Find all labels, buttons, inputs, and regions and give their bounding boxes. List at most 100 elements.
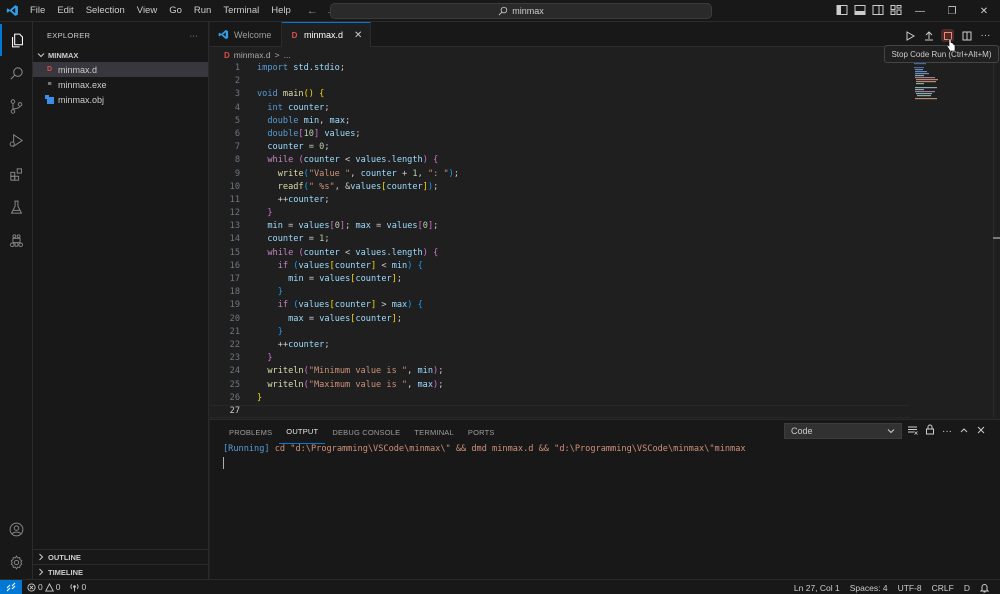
ports-indicator[interactable]: 0 bbox=[65, 582, 91, 592]
code-line[interactable]: 2 bbox=[210, 75, 910, 88]
code-line[interactable]: 22 ++counter; bbox=[210, 339, 910, 352]
breadcrumb-symbols[interactable]: ... bbox=[284, 50, 291, 60]
code-line[interactable]: 20 max = values[counter]; bbox=[210, 313, 910, 326]
activity-dlang[interactable] bbox=[0, 224, 33, 256]
file-minmax-d[interactable]: D minmax.d bbox=[33, 62, 208, 77]
command-center-search[interactable]: minmax bbox=[330, 3, 712, 19]
timeline-section[interactable]: TIMELINE bbox=[33, 564, 209, 579]
activity-run-debug[interactable] bbox=[0, 124, 33, 156]
toggle-secondary-sidebar-icon[interactable] bbox=[872, 4, 884, 16]
language-mode[interactable]: D bbox=[959, 583, 975, 593]
code-line[interactable]: 12 } bbox=[210, 207, 910, 220]
close-panel-icon[interactable] bbox=[976, 425, 986, 438]
code-line[interactable]: 10 readf(" %s", &values[counter]); bbox=[210, 181, 910, 194]
panel-tab-ports[interactable]: PORTS bbox=[461, 420, 502, 444]
code-line[interactable]: 17 min = values[counter]; bbox=[210, 273, 910, 286]
clear-output-icon[interactable] bbox=[907, 425, 918, 438]
code-line[interactable]: 6 double[10] values; bbox=[210, 128, 910, 141]
encoding[interactable]: UTF-8 bbox=[893, 583, 927, 593]
panel-tab-output[interactable]: OUTPUT bbox=[279, 420, 326, 444]
breadcrumb-file[interactable]: minmax.d bbox=[234, 50, 271, 60]
code-line[interactable]: 14 counter = 1; bbox=[210, 233, 910, 246]
code-line[interactable]: 7 counter = 0; bbox=[210, 141, 910, 154]
line-number: 9 bbox=[234, 168, 240, 179]
more-actions-icon[interactable]: ··· bbox=[190, 31, 198, 40]
outline-section[interactable]: OUTLINE bbox=[33, 549, 209, 564]
line-content: ++counter; bbox=[277, 339, 330, 350]
tab-minmax-d[interactable]: D minmax.d ✕ bbox=[282, 22, 372, 47]
cursor-position[interactable]: Ln 27, Col 1 bbox=[789, 583, 845, 593]
panel-tab-terminal[interactable]: TERMINAL bbox=[407, 420, 461, 444]
code-line[interactable]: 4 int counter; bbox=[210, 102, 910, 115]
file-minmax-exe[interactable]: ≡ minmax.exe bbox=[33, 77, 208, 92]
line-number: 3 bbox=[234, 89, 240, 100]
tab-welcome[interactable]: Welcome bbox=[210, 22, 282, 47]
menu-help[interactable]: Help bbox=[265, 0, 297, 22]
activity-explorer[interactable] bbox=[0, 24, 33, 56]
menu-go[interactable]: Go bbox=[163, 0, 188, 22]
menu-run[interactable]: Run bbox=[188, 0, 217, 22]
menu-selection[interactable]: Selection bbox=[80, 0, 131, 22]
code-line[interactable]: 18 } bbox=[210, 286, 910, 299]
menu-terminal[interactable]: Terminal bbox=[217, 0, 265, 22]
activity-extensions[interactable] bbox=[0, 158, 33, 190]
code-line[interactable]: 19 if (values[counter] > max) { bbox=[210, 299, 910, 312]
end-of-line[interactable]: CRLF bbox=[927, 583, 959, 593]
line-content: while (counter < values.length) { bbox=[267, 247, 439, 258]
code-line[interactable]: 8 while (counter < values.length) { bbox=[210, 154, 910, 167]
menu-file[interactable]: File bbox=[24, 0, 51, 22]
code-line[interactable]: 24 writeln("Minimum value is ", min); bbox=[210, 365, 910, 378]
toggle-panel-icon[interactable] bbox=[854, 4, 866, 16]
menu-view[interactable]: View bbox=[131, 0, 163, 22]
code-line[interactable]: 21 } bbox=[210, 326, 910, 339]
minimap[interactable] bbox=[912, 62, 942, 102]
folder-minmax[interactable]: MINMAX bbox=[33, 48, 208, 62]
code-line[interactable]: 11 ++counter; bbox=[210, 194, 910, 207]
activity-manage[interactable] bbox=[0, 546, 33, 578]
code-line[interactable]: 26} bbox=[210, 392, 910, 405]
maximize-panel-icon[interactable] bbox=[959, 425, 969, 438]
file-minmax-obj[interactable]: minmax.obj bbox=[33, 92, 208, 107]
notifications-bell-icon[interactable] bbox=[975, 583, 994, 593]
line-number: 4 bbox=[234, 102, 240, 113]
code-line[interactable]: 3 void main() { bbox=[210, 88, 910, 101]
line-content: import std.stdio; bbox=[257, 63, 346, 73]
activity-source-control[interactable] bbox=[0, 90, 33, 122]
code-line[interactable]: 16 if (values[counter] < min) { bbox=[210, 260, 910, 273]
menu-edit[interactable]: Edit bbox=[51, 0, 79, 22]
line-content: } bbox=[267, 208, 273, 219]
warning-icon bbox=[44, 582, 54, 592]
upload-icon[interactable] bbox=[922, 29, 935, 42]
panel-tab-debug-console[interactable]: DEBUG CONSOLE bbox=[325, 420, 407, 444]
minimize-button[interactable]: — bbox=[904, 0, 936, 22]
panel-tab-problems[interactable]: PROBLEMS bbox=[222, 420, 279, 444]
code-line[interactable]: 5 double min, max; bbox=[210, 115, 910, 128]
close-window-button[interactable]: ✕ bbox=[968, 0, 1000, 22]
code-line[interactable]: 9 write("Value ", counter + 1, ": "); bbox=[210, 168, 910, 181]
indentation[interactable]: Spaces: 4 bbox=[845, 583, 893, 593]
back-arrow-icon[interactable]: ← bbox=[307, 5, 318, 17]
more-actions-icon[interactable]: ··· bbox=[942, 426, 952, 437]
activity-accounts[interactable] bbox=[0, 513, 33, 545]
code-editor[interactable]: 1 import std.stdio; 2 3 void main() {4 int c… bbox=[210, 62, 910, 418]
restore-button[interactable]: ❐ bbox=[936, 0, 968, 22]
line-number: 22 bbox=[229, 339, 240, 350]
output-channel-select[interactable]: Code bbox=[784, 423, 902, 439]
remote-indicator[interactable] bbox=[0, 579, 22, 594]
run-code-icon[interactable] bbox=[903, 29, 916, 42]
code-line[interactable]: 1 import std.stdio; bbox=[210, 62, 910, 75]
problems-indicator[interactable]: 0 0 bbox=[22, 582, 65, 592]
activity-testing[interactable] bbox=[0, 191, 33, 223]
more-actions-icon[interactable]: ··· bbox=[979, 29, 992, 42]
code-line[interactable]: 25 writeln("Maximum value is ", max); bbox=[210, 379, 910, 392]
activity-search[interactable] bbox=[0, 57, 33, 89]
split-editor-icon[interactable] bbox=[960, 29, 973, 42]
close-tab-icon[interactable]: ✕ bbox=[354, 30, 362, 41]
code-line[interactable]: 23 } bbox=[210, 352, 910, 365]
code-line[interactable]: 15 while (counter < values.length) { bbox=[210, 247, 910, 260]
lock-scroll-icon[interactable] bbox=[925, 424, 935, 438]
customize-layout-icon[interactable] bbox=[890, 4, 902, 16]
toggle-primary-sidebar-icon[interactable] bbox=[836, 4, 848, 16]
code-line[interactable]: 13 min = values[0]; max = values[0]; bbox=[210, 220, 910, 233]
editor-scrollbar[interactable] bbox=[993, 62, 994, 418]
